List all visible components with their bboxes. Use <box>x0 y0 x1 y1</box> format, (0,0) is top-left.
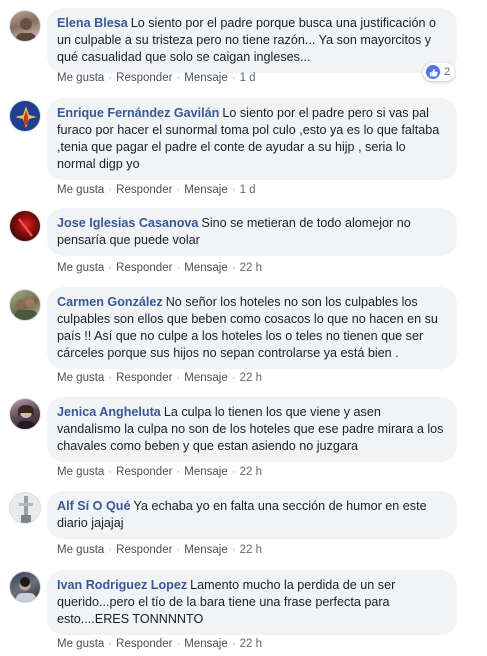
avatar[interactable] <box>9 10 41 42</box>
comment-actions: Me gusta · Responder · Mensaje · 22 h <box>57 372 262 384</box>
separator-dot: · <box>176 466 181 478</box>
reply-link[interactable]: Responder <box>116 466 172 478</box>
user-photo-icon <box>18 218 33 237</box>
comment-bubble: Jose Iglesias Casanova Sino se metieran d… <box>47 208 457 256</box>
comment-bubble: Jenica Angheluta La culpa lo tienen los q… <box>47 397 457 462</box>
reply-link[interactable]: Responder <box>116 372 172 384</box>
user-photo-icon <box>16 577 36 602</box>
separator-dot: · <box>108 262 113 274</box>
comment-bubble: Ivan Rodriguez Lopez Lamento mucho la per… <box>47 570 457 635</box>
reply-link[interactable]: Responder <box>116 638 172 650</box>
reaction-count-badge[interactable]: 2 <box>423 63 456 81</box>
avatar[interactable] <box>9 571 41 603</box>
like-link[interactable]: Me gusta <box>57 544 104 556</box>
comment-author[interactable]: Jose Iglesias Casanova <box>57 216 198 230</box>
user-photo-icon <box>16 18 36 41</box>
like-link[interactable]: Me gusta <box>57 184 104 196</box>
comment-bubble: Enrique Fernández Gavilán Lo siento por e… <box>47 98 457 180</box>
separator-dot: · <box>176 72 181 84</box>
message-link[interactable]: Mensaje <box>184 72 227 84</box>
reply-link[interactable]: Responder <box>116 184 172 196</box>
like-link[interactable]: Me gusta <box>57 466 104 478</box>
separator-dot: · <box>108 372 113 384</box>
user-photo-icon <box>15 298 37 320</box>
avatar[interactable] <box>9 289 41 321</box>
avatar[interactable] <box>9 492 41 524</box>
user-photo-icon <box>19 496 33 523</box>
separator-dot: · <box>176 638 181 650</box>
avatar[interactable] <box>9 210 41 242</box>
reply-link[interactable]: Responder <box>116 72 172 84</box>
reply-link[interactable]: Responder <box>116 544 172 556</box>
separator-dot: · <box>231 638 236 650</box>
message-link[interactable]: Mensaje <box>184 372 227 384</box>
separator-dot: · <box>108 544 113 556</box>
like-link[interactable]: Me gusta <box>57 262 104 274</box>
user-photo-icon <box>17 405 35 429</box>
comment-author[interactable]: Elena Blesa <box>57 16 128 30</box>
separator-dot: · <box>108 466 113 478</box>
comment-timestamp[interactable]: 22 h <box>240 638 262 650</box>
comment-author[interactable]: Jenica Angheluta <box>57 405 161 419</box>
comment-actions: Me gusta · Responder · Mensaje · 22 h <box>57 262 262 274</box>
thumbs-up-icon <box>426 65 440 79</box>
avatar[interactable] <box>9 100 41 132</box>
reaction-count: 2 <box>444 66 451 78</box>
separator-dot: · <box>231 466 236 478</box>
comment-timestamp[interactable]: 22 h <box>240 466 262 478</box>
separator-dot: · <box>231 72 236 84</box>
separator-dot: · <box>176 184 181 196</box>
separator-dot: · <box>108 638 113 650</box>
comment-timestamp[interactable]: 22 h <box>240 262 262 274</box>
comment-bubble: Alf Sí O Qué Ya echaba yo en falta una se… <box>47 491 457 539</box>
message-link[interactable]: Mensaje <box>184 184 227 196</box>
message-link[interactable]: Mensaje <box>184 466 227 478</box>
comment-actions: Me gusta · Responder · Mensaje · 1 d <box>57 184 256 196</box>
comment-actions: Me gusta · Responder · Mensaje · 22 h <box>57 544 262 556</box>
message-link[interactable]: Mensaje <box>184 262 227 274</box>
separator-dot: · <box>231 184 236 196</box>
emblem-icon <box>15 106 37 128</box>
comment-bubble: Carmen González No señor los hoteles no s… <box>47 287 457 369</box>
like-link[interactable]: Me gusta <box>57 372 104 384</box>
separator-dot: · <box>231 262 236 274</box>
separator-dot: · <box>108 72 113 84</box>
avatar[interactable] <box>9 398 41 430</box>
message-link[interactable]: Mensaje <box>184 638 227 650</box>
comment-author[interactable]: Alf Sí O Qué <box>57 499 130 513</box>
comment-actions: Me gusta · Responder · Mensaje · 22 h <box>57 466 262 478</box>
separator-dot: · <box>231 544 236 556</box>
like-link[interactable]: Me gusta <box>57 638 104 650</box>
separator-dot: · <box>176 544 181 556</box>
separator-dot: · <box>108 184 113 196</box>
separator-dot: · <box>231 372 236 384</box>
reply-link[interactable]: Responder <box>116 262 172 274</box>
message-link[interactable]: Mensaje <box>184 544 227 556</box>
like-link[interactable]: Me gusta <box>57 72 104 84</box>
comment-timestamp[interactable]: 22 h <box>240 372 262 384</box>
comment-actions: Me gusta · Responder · Mensaje · 1 d <box>57 72 256 84</box>
separator-dot: · <box>176 262 181 274</box>
comment-bubble: Elena Blesa Lo siento por el padre porque… <box>47 8 457 73</box>
comment-author[interactable]: Carmen González <box>57 295 163 309</box>
separator-dot: · <box>176 372 181 384</box>
comment-timestamp[interactable]: 1 d <box>240 184 256 196</box>
comment-timestamp[interactable]: 1 d <box>240 72 256 84</box>
comment-actions: Me gusta · Responder · Mensaje · 22 h <box>57 638 262 650</box>
comment-author[interactable]: Ivan Rodriguez Lopez <box>57 578 187 592</box>
comment-author[interactable]: Enrique Fernández Gavilán <box>57 106 219 120</box>
comment-timestamp[interactable]: 22 h <box>240 544 262 556</box>
